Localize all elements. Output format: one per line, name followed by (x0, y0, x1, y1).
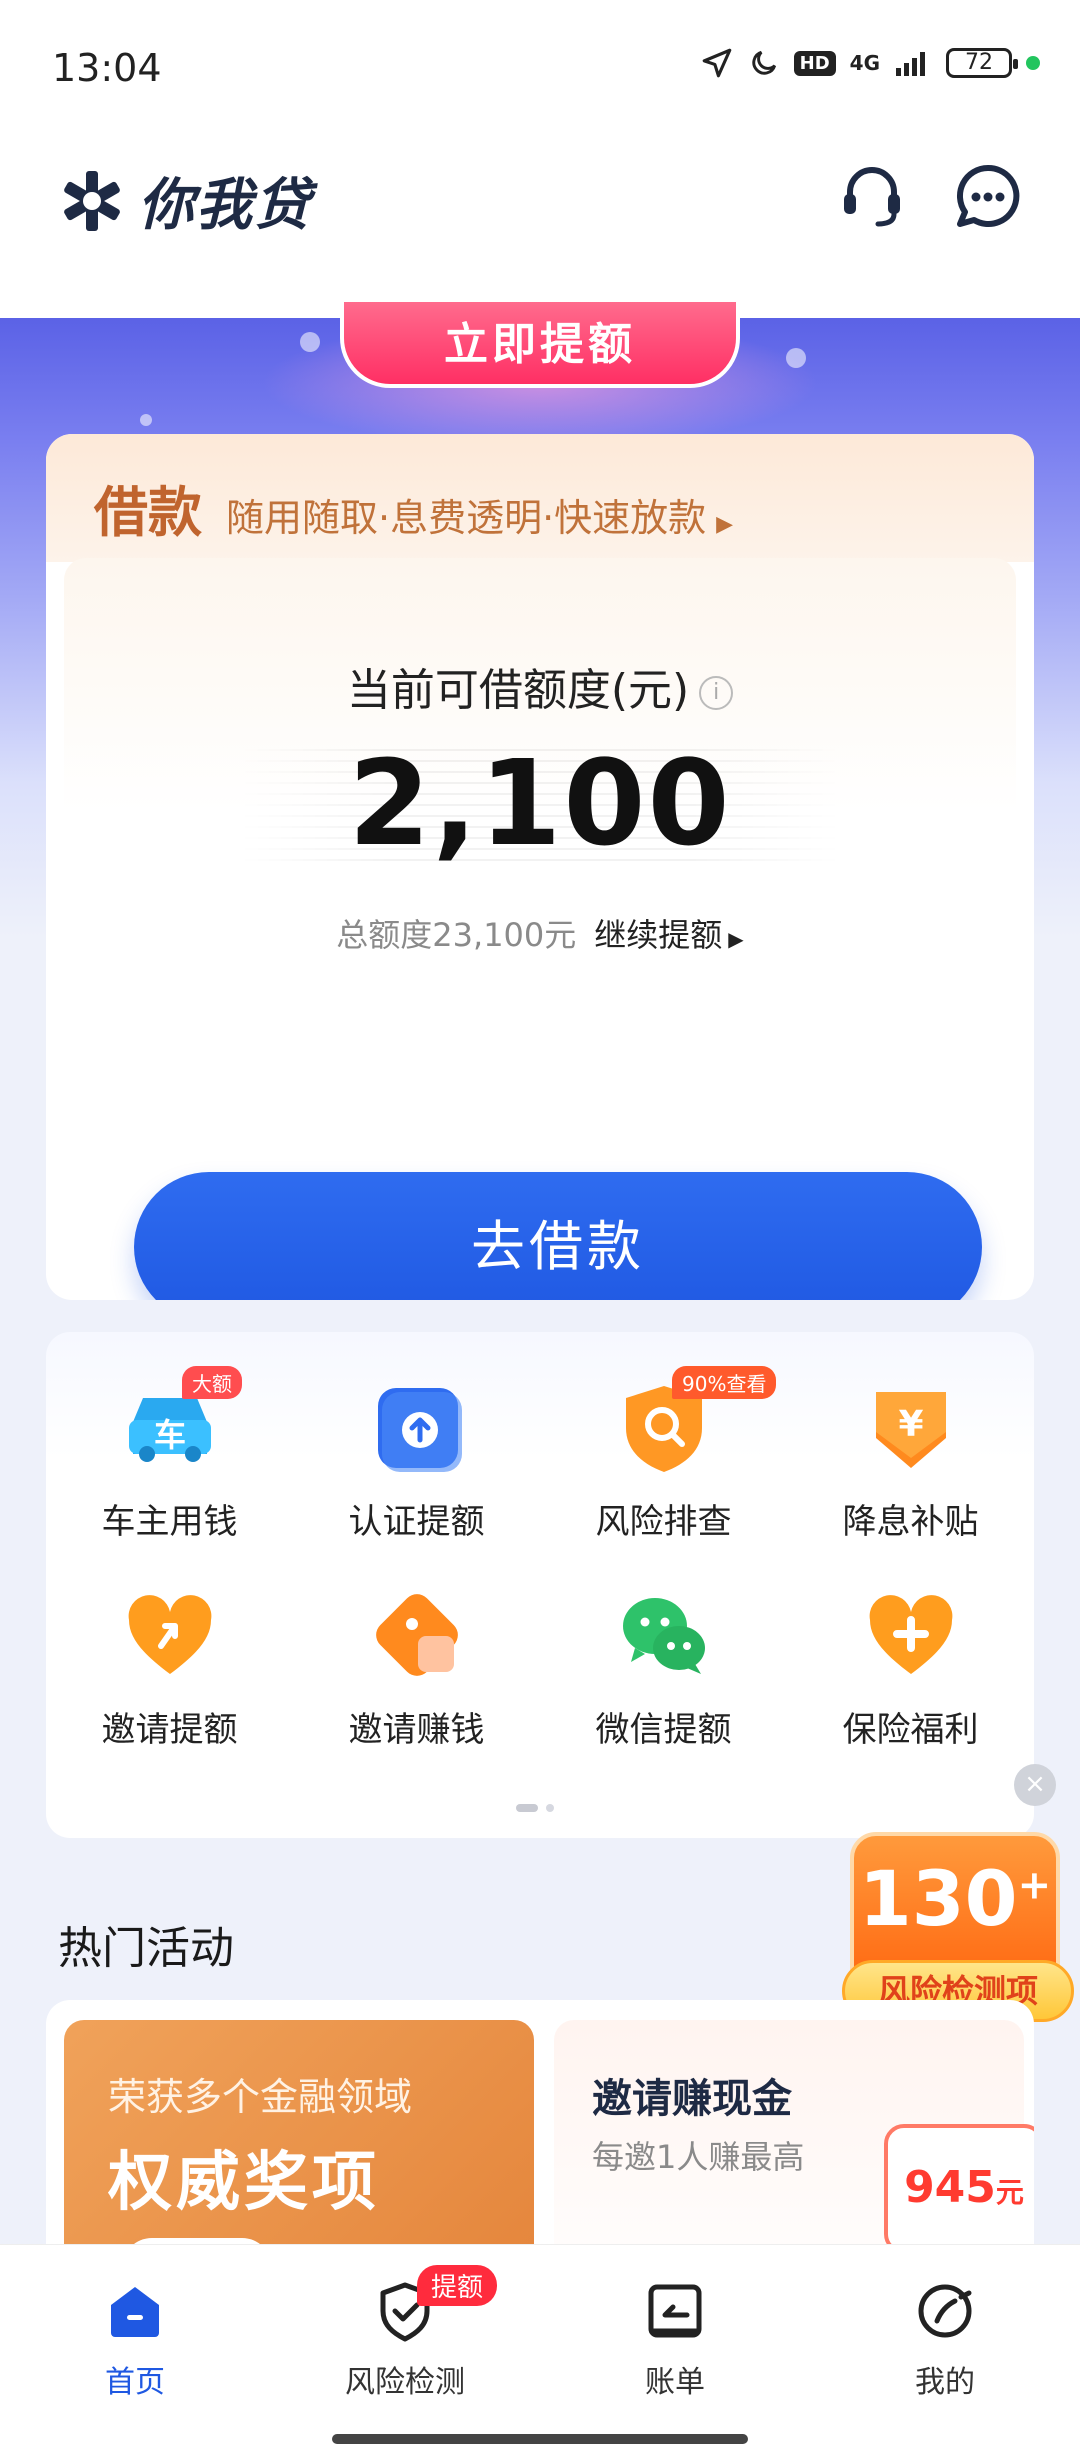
sparkle (140, 414, 152, 426)
home-indicator[interactable] (332, 2434, 748, 2444)
nav-label: 风险检测 (345, 2365, 465, 2400)
logo-mark-icon (64, 170, 120, 231)
service-risk-check[interactable]: 90%查看 风险排查 (540, 1366, 787, 1542)
location-icon (702, 48, 731, 78)
app-logo: 你我贷 (58, 160, 312, 241)
continue-raise-limit-link[interactable]: 继续提额 ▶ (594, 916, 743, 954)
reward-coupon: 945元 (884, 2124, 1034, 2254)
customer-service-icon[interactable] (836, 160, 908, 232)
service-label: 风险排查 (595, 1502, 732, 1542)
network-type: 4G (849, 51, 880, 75)
status-icons: HD 4G 72 (700, 46, 1040, 80)
reward-amount: 945 (904, 2162, 996, 2213)
total-limit-row: 总额度23,100元 继续提额 ▶ (64, 910, 1016, 956)
quick-services-card: 车 大额 车主用钱 认证提额 90%查看 风险排查 ¥ 降息补贴 邀请提额 邀请… (46, 1332, 1034, 1838)
battery-indicator: 72 (946, 48, 1018, 78)
hot-activities-title: 热门活动 (58, 1923, 234, 1974)
caret-right-icon: ▶ (716, 512, 734, 537)
nav-label: 首页 (105, 2365, 165, 2400)
services-pager (516, 1804, 554, 1812)
pager-dot (546, 1804, 554, 1812)
hd-badge: HD (793, 50, 836, 76)
nav-badge: 提额 (417, 2265, 498, 2306)
service-car-owner-loan[interactable]: 车 大额 车主用钱 (46, 1366, 293, 1542)
activity-title: 权威奖项 (108, 2146, 380, 2220)
app-name: 你我贷 (138, 173, 312, 238)
pager-dot-active (516, 1804, 538, 1812)
activity-subtitle: 荣获多个金融领域 (108, 2075, 413, 2119)
service-insurance-benefit[interactable]: 保险福利 (787, 1580, 1034, 1750)
home-icon (111, 2287, 159, 2337)
sparkle (300, 332, 320, 352)
bottom-nav: 首页 提额 风险检测 账单 我的 (0, 2244, 1080, 2460)
heart-arrow-icon (128, 1595, 211, 1674)
service-interest-subsidy[interactable]: ¥ 降息补贴 (787, 1372, 1034, 1542)
loan-title: 借款 (94, 480, 202, 544)
nav-bills[interactable]: 账单 (575, 2279, 775, 2401)
service-invite-raise[interactable]: 邀请提额 (46, 1580, 293, 1750)
loan-card-header[interactable]: 借款 随用随取·息费透明·快速放款 ▶ (46, 434, 1034, 562)
caret-right-icon: ▶ (728, 927, 744, 951)
risk-count: 130 (858, 1854, 1018, 1943)
limit-label-row: 当前可借额度(元) i (64, 654, 1016, 718)
privacy-indicator-dot (1026, 56, 1040, 70)
status-time: 13:04 (52, 46, 162, 90)
available-limit-amount: 2,100 (348, 734, 732, 872)
service-label: 微信提额 (595, 1710, 732, 1750)
service-label: 邀请赚钱 (348, 1710, 485, 1750)
loan-card: 借款 随用随取·息费透明·快速放款 ▶ 当前可借额度(元) i 2,100 总额度… (46, 434, 1034, 1300)
loan-limit-panel: 当前可借额度(元) i 2,100 总额度23,100元 继续提额 ▶ 去借款 (64, 558, 1016, 1300)
profile-icon (918, 2284, 972, 2338)
borrow-button[interactable]: 去借款 (134, 1172, 982, 1300)
bill-icon (648, 2284, 702, 2338)
nav-profile[interactable]: 我的 (845, 2279, 1045, 2401)
activity-title: 邀请赚现金 (592, 2076, 792, 2122)
risk-count-row: 130+ (850, 1854, 1060, 1943)
svg-text:车: 车 (153, 1416, 185, 1454)
service-badge: 90%查看 (672, 1366, 777, 1399)
nav-label: 账单 (645, 2365, 705, 2400)
app-header: 你我贷 (0, 130, 1080, 318)
svg-text:¥: ¥ (898, 1404, 923, 1445)
signal-icon (896, 52, 925, 76)
upload-arrow-icon (377, 1388, 462, 1472)
service-badge: 大额 (182, 1366, 242, 1399)
info-icon[interactable]: i (699, 676, 734, 710)
message-icon[interactable] (952, 160, 1024, 232)
nav-label: 我的 (915, 2365, 975, 2400)
service-label: 认证提额 (348, 1502, 485, 1542)
risk-check-float[interactable]: 130+ 风险检测项 (842, 1832, 1074, 2028)
service-label: 保险福利 (842, 1710, 979, 1750)
loan-tagline: 随用随取·息费透明·快速放款 (226, 496, 707, 540)
nav-home[interactable]: 首页 (35, 2279, 235, 2401)
wallet-icon (375, 1594, 458, 1676)
reward-unit: 元 (995, 2176, 1024, 2209)
heart-plus-icon (869, 1595, 952, 1674)
close-icon[interactable]: × (1014, 1764, 1056, 1806)
services-grid: 车 大额 车主用钱 认证提额 90%查看 风险排查 ¥ 降息补贴 邀请提额 邀请… (46, 1366, 1034, 1750)
service-wechat-raise[interactable]: 微信提额 (540, 1580, 787, 1750)
nav-risk-check[interactable]: 提额 风险检测 (305, 2265, 505, 2401)
sparkle (786, 348, 806, 368)
service-invite-earn[interactable]: 邀请赚钱 (293, 1580, 540, 1750)
status-bar: 13:04 HD 4G 72 (0, 0, 1080, 130)
raise-limit-now-button[interactable]: 立即提额 (340, 298, 740, 388)
service-verify-raise[interactable]: 认证提额 (293, 1372, 540, 1542)
service-label: 降息补贴 (842, 1502, 979, 1542)
yen-shield-icon: ¥ (875, 1392, 946, 1468)
service-label: 车主用钱 (101, 1502, 238, 1542)
total-limit-label: 总额度23,100元 (336, 916, 577, 954)
limit-label: 当前可借额度(元) (346, 665, 690, 716)
service-label: 邀请提额 (101, 1710, 238, 1750)
moon-icon (752, 50, 776, 75)
continue-raise-limit-label: 继续提额 (594, 916, 723, 954)
risk-count-plus: + (1017, 1862, 1052, 1909)
wechat-icon (622, 1598, 705, 1674)
